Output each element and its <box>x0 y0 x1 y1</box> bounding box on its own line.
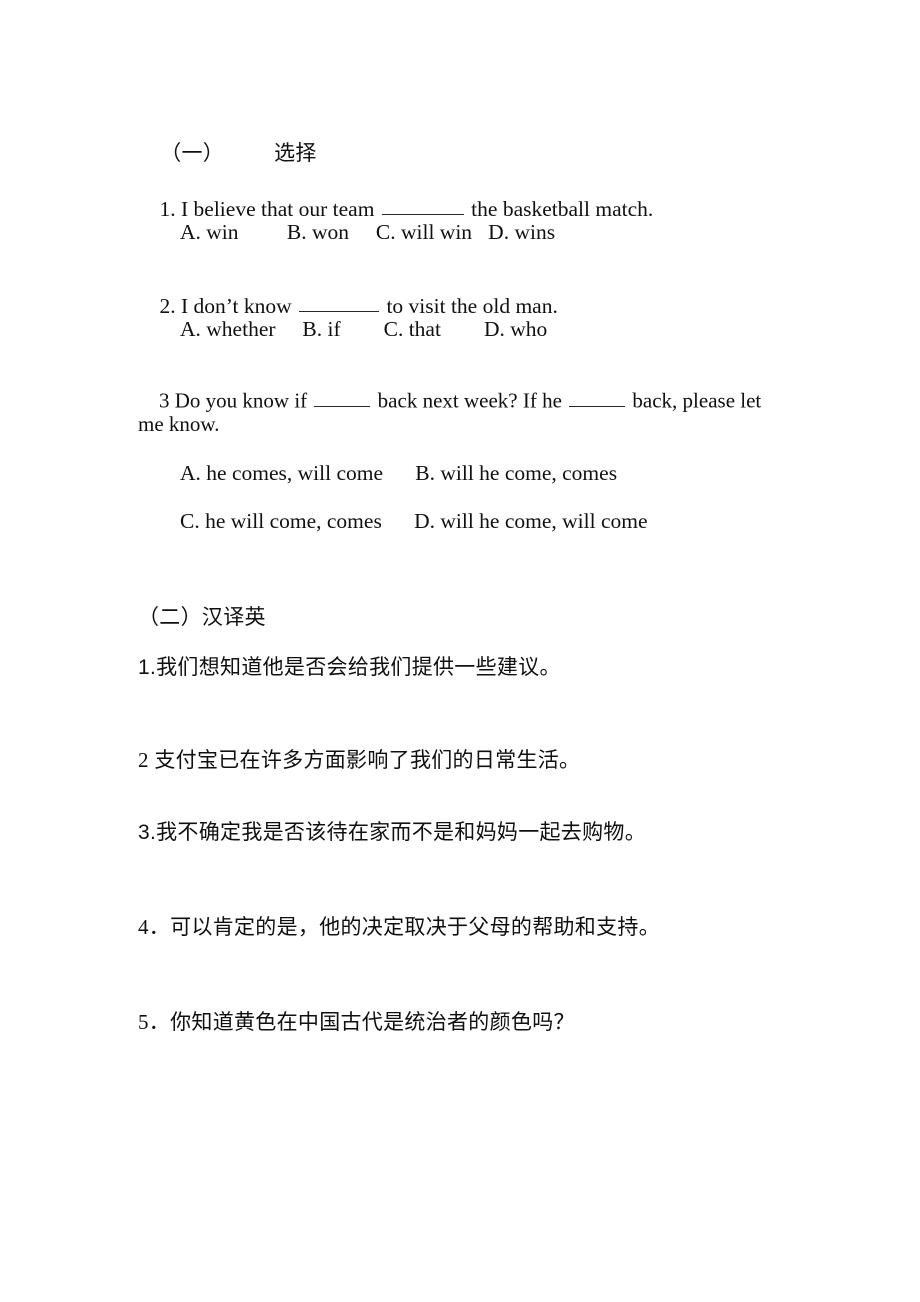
question-1-stem-after: the basketball match. <box>465 196 654 221</box>
question-1-stem-before: 1. I believe that our team <box>159 196 380 221</box>
question-3-stem-wrap: me know. <box>138 412 220 436</box>
question-2-options[interactable]: A. whether B. if C. that D. who <box>180 318 547 341</box>
translation-item-4: 4．可以肯定的是，他的决定取决于父母的帮助和支持。 <box>138 915 660 939</box>
section-one-title: 选择 <box>274 141 317 165</box>
translation-item-5: 5．你知道黄色在中国古代是统治者的颜色吗？ <box>138 1010 575 1034</box>
document-page: （一） 选择 1. I believe that our team the bas… <box>0 0 920 1302</box>
section-one-number: （一） <box>160 141 225 165</box>
section-two-heading: （二）汉译英 <box>138 605 266 629</box>
question-1-blank[interactable] <box>381 195 464 216</box>
question-3-stem-part1: 3 Do you know if <box>159 388 313 413</box>
question-3-stem-part2: back next week? If he <box>372 388 568 413</box>
translation-item-1: 1.我们想知道他是否会给我们提供一些建议。 <box>138 656 561 679</box>
question-2-stem-before: 2. I don’t know <box>159 293 298 318</box>
question-1-options[interactable]: A. win B. won C. will win D. wins <box>180 221 555 244</box>
question-2-blank[interactable] <box>299 292 380 313</box>
translation-item-2: 2 支付宝已在许多方面影响了我们的日常生活。 <box>138 748 581 772</box>
question-3-options-row-1[interactable]: A. he comes, will come B. will he come, … <box>180 462 617 485</box>
question-3-stem-part3: back, please let <box>627 388 762 413</box>
question-3-blank-2[interactable] <box>569 387 626 408</box>
translation-item-3: 3.我不确定我是否该待在家而不是和妈妈一起去购物。 <box>138 821 647 844</box>
question-2-stem-after: to visit the old man. <box>381 293 558 318</box>
question-3-blank-1[interactable] <box>314 387 371 408</box>
question-3-options-row-2[interactable]: C. he will come, comes D. will he come, … <box>180 510 648 533</box>
question-3-stem: 3 Do you know if back next week? If he b… <box>138 366 761 432</box>
